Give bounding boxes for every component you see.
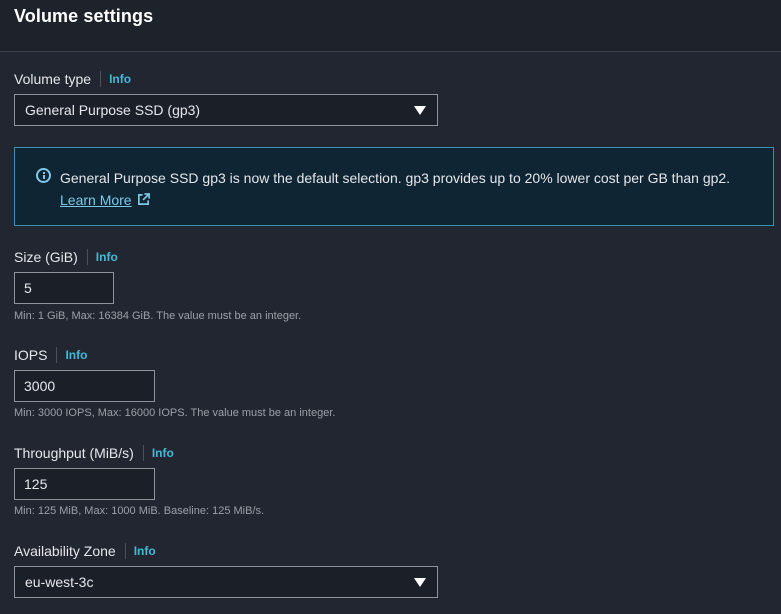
size-value: 5: [24, 280, 32, 296]
size-info-link[interactable]: Info: [96, 250, 118, 264]
volume-type-value: General Purpose SSD (gp3): [25, 102, 201, 118]
availability-zone-select[interactable]: eu-west-3c: [14, 566, 438, 598]
size-hint: Min: 1 GiB, Max: 16384 GiB. The value mu…: [14, 310, 302, 322]
throughput-hint: Min: 125 MiB, Max: 1000 MiB. Baseline: 1…: [14, 505, 265, 517]
iops-hint: Min: 3000 IOPS, Max: 16000 IOPS. The val…: [14, 407, 336, 419]
learn-more-label: Learn More: [60, 192, 132, 208]
availability-zone-label: Availability Zone: [14, 543, 116, 559]
throughput-input[interactable]: 125: [14, 468, 155, 500]
learn-more-link[interactable]: Learn More: [60, 189, 150, 211]
availability-zone-value: eu-west-3c: [25, 574, 94, 590]
volume-type-info-link[interactable]: Info: [109, 72, 131, 86]
label-divider: [56, 347, 58, 363]
volume-type-label: Volume type: [14, 71, 92, 87]
info-circle-icon: [36, 168, 51, 183]
external-link-icon: [137, 192, 150, 205]
iops-input[interactable]: 3000: [14, 370, 155, 402]
size-label: Size (GiB): [14, 249, 78, 265]
throughput-field: Throughput (MiB/s) Info: [14, 444, 174, 462]
caret-down-icon: [414, 106, 426, 115]
label-divider: [142, 445, 144, 461]
section-header: Volume settings: [0, 0, 781, 52]
volume-type-select[interactable]: General Purpose SSD (gp3): [14, 94, 438, 126]
alert-message: General Purpose SSD gp3 is now the defau…: [60, 170, 731, 186]
iops-value: 3000: [24, 378, 56, 394]
throughput-value: 125: [24, 476, 48, 492]
size-input[interactable]: 5: [14, 272, 114, 304]
throughput-info-link[interactable]: Info: [152, 446, 174, 460]
label-divider: [86, 249, 88, 265]
iops-info-link[interactable]: Info: [65, 348, 87, 362]
caret-down-icon: [414, 578, 426, 587]
size-field: Size (GiB) Info: [14, 248, 118, 266]
label-divider: [124, 543, 126, 559]
throughput-label: Throughput (MiB/s): [14, 445, 134, 461]
gp3-info-alert: General Purpose SSD gp3 is now the defau…: [14, 147, 774, 226]
availability-zone-field: Availability Zone Info: [14, 542, 156, 560]
section-title: Volume settings: [14, 6, 154, 26]
iops-field: IOPS Info: [14, 346, 87, 364]
iops-label: IOPS: [14, 347, 48, 363]
volume-type-field: Volume type Info: [14, 70, 131, 88]
label-divider: [100, 71, 102, 87]
availability-zone-info-link[interactable]: Info: [134, 544, 156, 558]
